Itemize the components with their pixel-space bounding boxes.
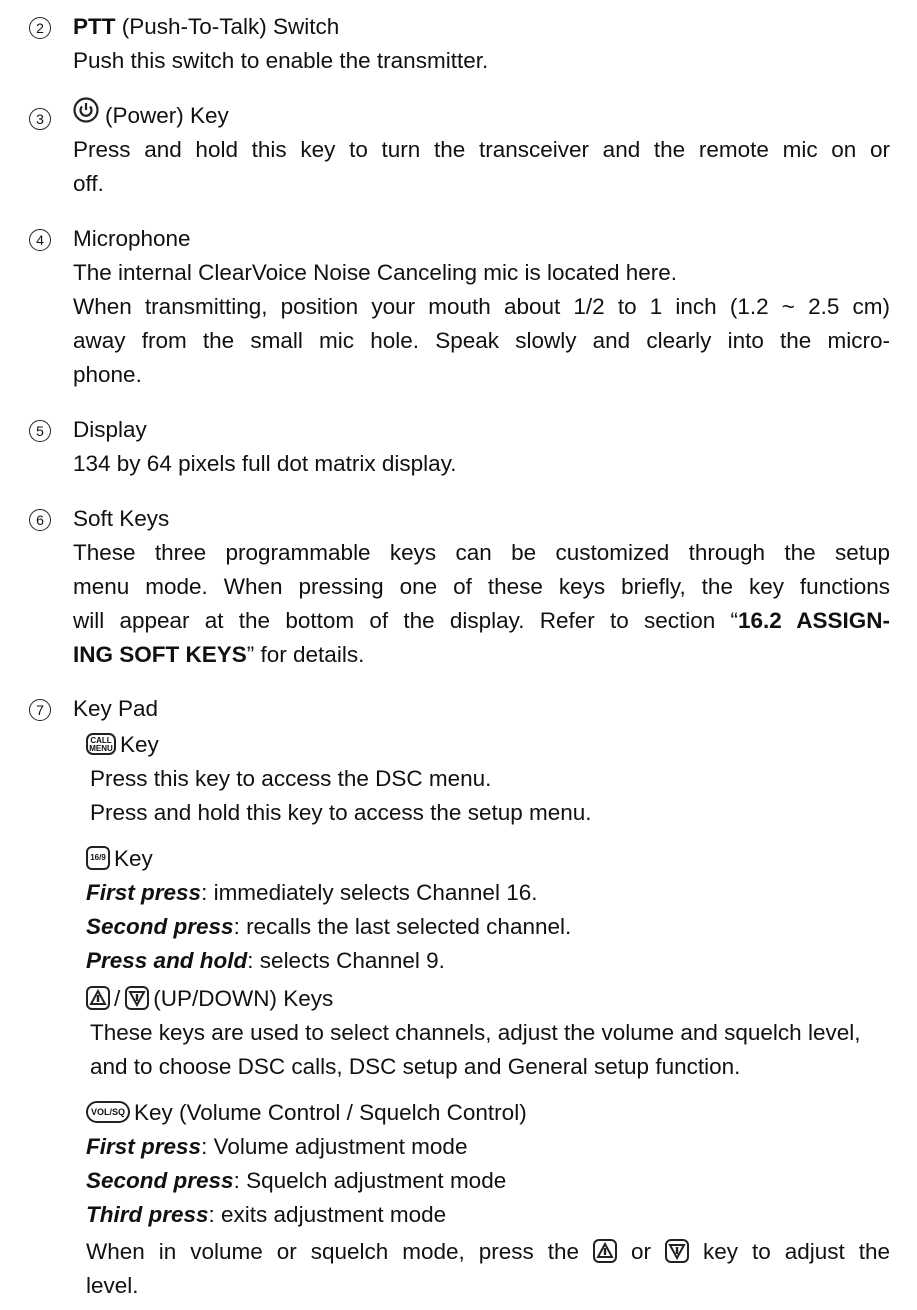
desc-text: : exits adjustment mode <box>208 1202 447 1227</box>
item-title: Key Pad <box>73 696 159 721</box>
desc-line: function. <box>655 1054 741 1079</box>
vol-sq-key-desc: First press: Volume adjustment mode Seco… <box>86 1130 886 1232</box>
desc-line: menu mode. When pressing one of these ke… <box>73 574 890 599</box>
item-title: Soft Keys <box>73 506 170 531</box>
desc-line: away from the small mic hole. Speak slow… <box>73 328 890 353</box>
desc-line: When transmitting, position your mouth a… <box>73 294 890 319</box>
press-label: First press <box>86 880 202 905</box>
desc-line: Press and hold this key to access the se… <box>90 800 592 825</box>
desc-line: First press: immediately selects Channel… <box>86 876 886 910</box>
desc-line: Press and hold this key to turn the tran… <box>73 137 890 162</box>
press-label: Second press <box>86 1168 234 1193</box>
key-label: Key <box>114 846 153 871</box>
title-text: (Power) Key <box>105 103 229 128</box>
call-menu-key-icon: CALL MENU <box>86 733 116 756</box>
down-arrow-key-icon <box>125 986 150 1011</box>
desc-text: When in volume or squelch mode, press th… <box>86 1239 580 1264</box>
item-description: Press and hold this key to turn the tran… <box>73 133 890 201</box>
desc-line: 134 by 64 pixels full dot matrix display… <box>73 451 457 476</box>
item-title: (Power) Key <box>73 97 229 135</box>
call-menu-key-heading: CALL MENU Key <box>86 728 159 762</box>
item-title: PTT (Push-To-Talk) Switch <box>73 10 339 44</box>
item-description: These three programmable keys can be cus… <box>73 536 890 672</box>
up-arrow-key-icon <box>593 1239 617 1264</box>
key-label: Key <box>120 732 159 757</box>
desc-line: ING SOFT KEYS” for details. <box>73 638 890 672</box>
up-arrow-key-icon <box>86 986 110 1011</box>
item-title: Display <box>73 417 147 442</box>
desc-line: Second press: Squelch adjustment mode <box>86 1164 886 1198</box>
desc-line: These three programmable keys can be cus… <box>73 540 890 565</box>
ch16-9-key-heading: 16/9 Key <box>86 842 153 876</box>
desc-text: : Squelch adjustment mode <box>233 1168 507 1193</box>
item-number: 7 <box>29 699 51 721</box>
desc-line: Third press: exits adjustment mode <box>86 1198 886 1232</box>
desc-text: : selects Channel 9. <box>247 948 445 973</box>
desc-text: or <box>630 1239 651 1264</box>
item-number: 5 <box>29 420 51 442</box>
title-rest: (Push-To-Talk) Switch <box>115 14 340 39</box>
down-arrow-key-icon <box>664 1239 689 1264</box>
desc-line: phone. <box>73 362 142 387</box>
section-ref: 16.2 ASSIGN- <box>738 608 890 633</box>
vol-sq-key-icon: VOL/SQ <box>86 1101 130 1124</box>
vol-sq-key-heading: VOL/SQ Key (Volume Control / Squelch Cont… <box>86 1096 527 1130</box>
title-bold: PTT <box>73 14 116 39</box>
ch16-9-key-icon: 16/9 <box>86 846 110 871</box>
press-label: First press <box>86 1134 202 1159</box>
desc-text: : recalls the last selected channel. <box>233 914 572 939</box>
desc-line: When in volume or squelch mode, press th… <box>86 1235 890 1269</box>
section-ref: ING SOFT KEYS <box>73 642 247 667</box>
press-label: Press and hold <box>86 948 248 973</box>
desc-text: ” for details. <box>246 642 365 667</box>
press-label: Third press <box>86 1202 209 1227</box>
desc-line: level. <box>86 1273 139 1298</box>
item-description: The internal ClearVoice Noise Canceling … <box>73 256 890 392</box>
vol-sq-note: When in volume or squelch mode, press th… <box>86 1235 890 1303</box>
item-title: Microphone <box>73 226 191 251</box>
ch16-9-key-desc: First press: immediately selects Channel… <box>86 876 886 978</box>
item-number: 4 <box>29 229 51 251</box>
desc-line: The internal ClearVoice Noise Canceling … <box>73 260 678 285</box>
item-number: 6 <box>29 509 51 531</box>
call-menu-key-desc: Press this key to access the DSC menu. P… <box>90 762 890 830</box>
desc-line: These keys are used to select channels, … <box>90 1020 718 1045</box>
desc-text: : Volume adjustment mode <box>201 1134 468 1159</box>
desc-line: Press this key to access the DSC menu. <box>90 766 492 791</box>
key-label: (UP/DOWN) Keys <box>153 986 334 1011</box>
press-label: Second press <box>86 914 234 939</box>
desc-line: off. <box>73 171 104 196</box>
desc-text: will appear at the bottom of the display… <box>73 608 739 633</box>
desc-line: Second press: recalls the last selected … <box>86 910 886 944</box>
desc-line: Press and hold: selects Channel 9. <box>86 944 886 978</box>
key-label: Key (Volume Control / Squelch Control) <box>134 1100 527 1125</box>
desc-line: will appear at the bottom of the display… <box>73 604 890 638</box>
up-down-keys-heading: / (UP/DOWN) Keys <box>86 982 333 1016</box>
desc-line: Push this switch to enable the transmitt… <box>73 48 489 73</box>
item-description: Push this switch to enable the transmitt… <box>73 44 890 78</box>
desc-text: key to adjust the <box>702 1239 890 1264</box>
item-number: 2 <box>29 17 51 39</box>
up-down-keys-desc: These keys are used to select channels, … <box>90 1016 890 1084</box>
desc-text: : immediately selects Channel 16. <box>201 880 538 905</box>
power-icon <box>73 97 99 133</box>
separator: / <box>114 986 121 1011</box>
desc-line: First press: Volume adjustment mode <box>86 1130 886 1164</box>
icon-text: MENU <box>89 744 113 754</box>
item-description: 134 by 64 pixels full dot matrix display… <box>73 447 890 481</box>
item-number: 3 <box>29 108 51 130</box>
